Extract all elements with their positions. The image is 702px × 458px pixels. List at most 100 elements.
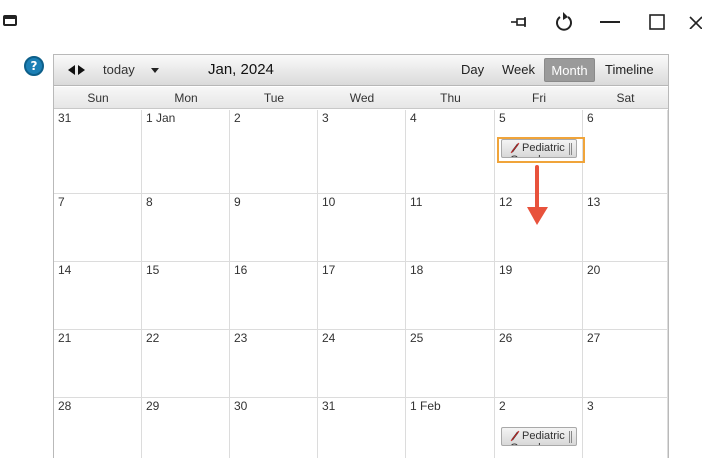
day-number: 26 — [499, 331, 513, 345]
day-number: 5 — [499, 111, 506, 125]
day-cell[interactable]: 23 — [230, 330, 318, 398]
day-number: 3 — [322, 111, 329, 125]
minimize-icon — [600, 21, 620, 23]
day-number: 18 — [410, 263, 424, 277]
pin-icon — [511, 17, 526, 27]
day-cell[interactable]: 28 — [54, 398, 142, 458]
day-number: 31 — [58, 111, 72, 125]
day-number: 1 Jan — [146, 111, 176, 125]
day-cell[interactable]: 10 — [318, 194, 406, 262]
view-month-label: Month — [551, 62, 588, 78]
day-number: 17 — [322, 263, 336, 277]
day-number: 22 — [146, 331, 160, 345]
day-cell[interactable]: 1 Feb — [406, 398, 495, 458]
close-icon — [689, 16, 702, 29]
day-number: 14 — [58, 263, 72, 277]
day-cell[interactable]: 31 — [54, 110, 142, 194]
day-number: 10 — [322, 195, 336, 209]
event-highlight-box — [497, 137, 585, 163]
month-title: Jan, 2024 — [208, 61, 274, 78]
day-number: 19 — [499, 263, 513, 277]
day-cell[interactable]: 20 — [583, 262, 668, 330]
day-number: 7 — [58, 195, 65, 209]
day-cell[interactable]: 6 — [583, 110, 668, 194]
refresh-button[interactable] — [552, 10, 576, 34]
day-cell[interactable]: 13 — [583, 194, 668, 262]
day-number: 31 — [322, 399, 336, 413]
day-cell[interactable]: 1 Jan — [142, 110, 230, 194]
day-number: 4 — [410, 111, 417, 125]
day-cell[interactable]: 7 — [54, 194, 142, 262]
view-week-button[interactable]: Week — [502, 62, 535, 77]
maximize-button[interactable] — [645, 10, 669, 34]
prev-arrow-icon[interactable] — [68, 65, 75, 75]
event-title: Pediatric — [522, 430, 565, 442]
today-button[interactable]: today — [103, 62, 135, 77]
day-cell[interactable]: 4 — [406, 110, 495, 194]
day-cell[interactable]: 21 — [54, 330, 142, 398]
calendar: today Jan, 2024 Day Week Month Timeline … — [53, 54, 669, 458]
view-timeline-button[interactable]: Timeline — [605, 62, 654, 77]
close-button[interactable] — [688, 10, 702, 34]
day-cell[interactable]: 9 — [230, 194, 318, 262]
day-cell[interactable]: 11 — [406, 194, 495, 262]
dow-sun: Sun — [87, 91, 109, 105]
view-month-button[interactable]: Month — [544, 58, 595, 82]
view-day-button[interactable]: Day — [461, 62, 484, 77]
day-cell[interactable]: 26 — [495, 330, 583, 398]
dow-tue: Tue — [263, 91, 285, 105]
minimize-button[interactable] — [596, 10, 624, 34]
help-label: ? — [30, 59, 38, 73]
dow-fri: Fri — [532, 91, 546, 105]
day-cell[interactable]: 2 — [230, 110, 318, 194]
day-cell[interactable]: 16 — [230, 262, 318, 330]
day-cell[interactable]: 3 — [583, 398, 668, 458]
chevron-down-icon[interactable] — [151, 68, 159, 73]
day-cell[interactable]: 18 — [406, 262, 495, 330]
next-arrow-icon[interactable] — [78, 65, 85, 75]
day-number: 11 — [410, 195, 423, 209]
window-icon — [3, 15, 17, 26]
day-cell[interactable]: 22 — [142, 330, 230, 398]
help-icon[interactable]: ? — [24, 56, 44, 76]
day-number: 21 — [58, 331, 72, 345]
day-number: 29 — [146, 399, 160, 413]
dow-thu: Thu — [440, 91, 461, 105]
day-cell[interactable]: 31 — [318, 398, 406, 458]
drag-arrow-icon — [527, 165, 548, 225]
day-cell[interactable]: 14 — [54, 262, 142, 330]
dow-sat: Sat — [616, 91, 635, 105]
window-titlebar — [0, 0, 702, 44]
day-cell[interactable]: 27 — [583, 330, 668, 398]
resize-grip-icon[interactable] — [569, 431, 572, 443]
refresh-icon — [556, 12, 572, 31]
day-cell[interactable]: 29 — [142, 398, 230, 458]
day-number: 24 — [322, 331, 336, 345]
day-cell[interactable]: 19 — [495, 262, 583, 330]
day-cell[interactable]: 3 — [318, 110, 406, 194]
day-number: 27 — [587, 331, 601, 345]
maximize-icon — [649, 14, 665, 30]
day-cell[interactable]: 25 — [406, 330, 495, 398]
day-cell[interactable]: 15 — [142, 262, 230, 330]
day-cell[interactable]: 30 — [230, 398, 318, 458]
day-number: 25 — [410, 331, 424, 345]
day-number: 3 — [587, 399, 594, 413]
day-number: 2 — [234, 111, 241, 125]
day-number: 20 — [587, 263, 601, 277]
dow-mon: Mon — [174, 91, 198, 105]
dow-wed: Wed — [349, 91, 375, 105]
day-cell[interactable]: 17 — [318, 262, 406, 330]
calendar-toolbar: today Jan, 2024 Day Week Month Timeline — [54, 55, 668, 86]
day-number: 23 — [234, 331, 248, 345]
event-chip[interactable]: PediatricGrand — [501, 427, 577, 446]
day-number: 28 — [58, 399, 72, 413]
day-cell[interactable]: 8 — [142, 194, 230, 262]
day-number: 9 — [234, 195, 241, 209]
day-number: 2 — [499, 399, 506, 413]
pin-button[interactable] — [507, 10, 531, 34]
day-number: 8 — [146, 195, 153, 209]
day-cell[interactable]: 24 — [318, 330, 406, 398]
event-subtitle: Grand — [510, 442, 541, 445]
day-number: 1 Feb — [410, 399, 441, 413]
